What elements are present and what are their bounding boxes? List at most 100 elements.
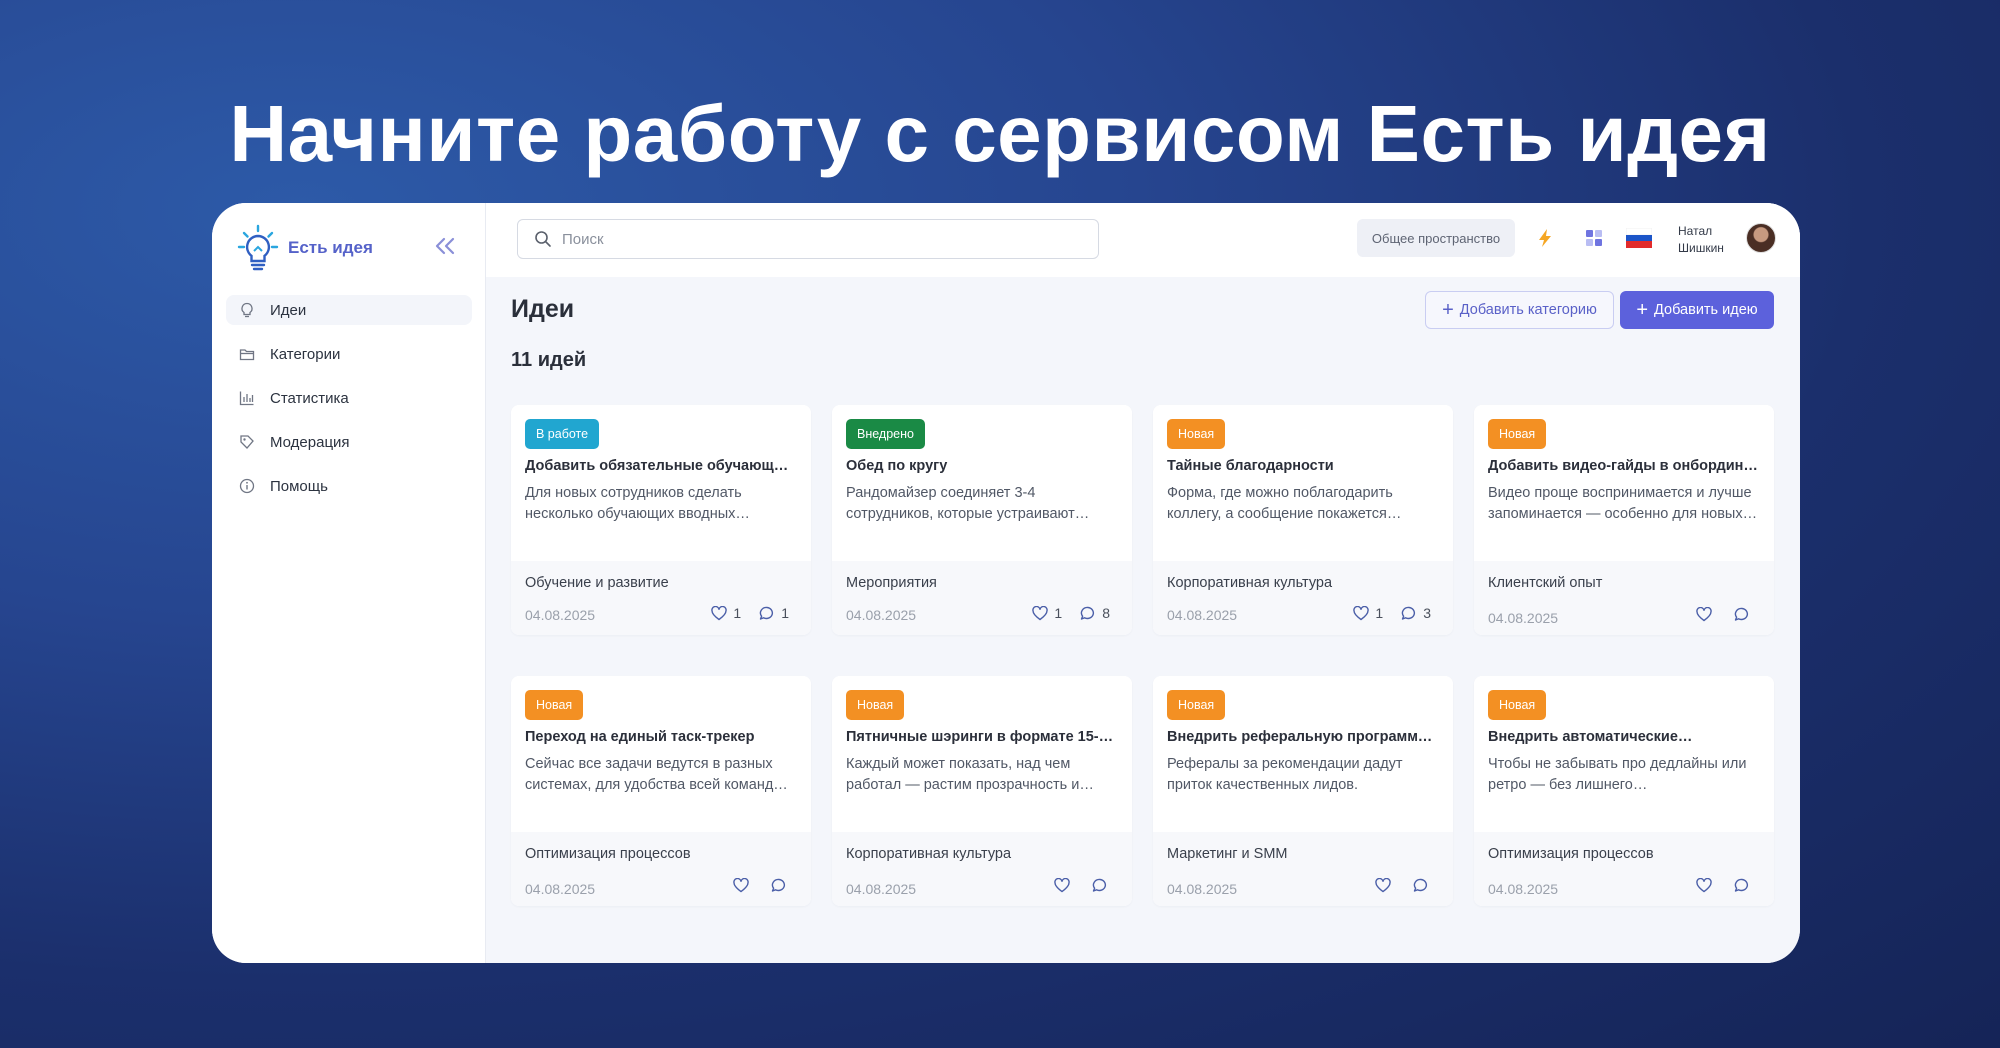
idea-card[interactable]: Новая Переход на единый таск-трекер Сейч…	[511, 676, 811, 906]
comment-icon	[1734, 878, 1749, 892]
comment-button[interactable]: 8	[1080, 605, 1110, 621]
add-category-label: Добавить категорию	[1459, 302, 1597, 318]
idea-stats	[1353, 878, 1429, 893]
search-box[interactable]	[517, 219, 1099, 259]
heart-icon	[1054, 878, 1070, 893]
heart-icon	[1353, 605, 1370, 620]
like-button[interactable]: 1	[711, 605, 741, 621]
comment-button[interactable]	[771, 878, 787, 893]
like-count: 1	[733, 605, 742, 621]
sidebar-item-label: Категории	[270, 345, 341, 363]
like-button[interactable]: 1	[1353, 605, 1383, 621]
idea-card[interactable]: В работе Добавить обязательные обучающие…	[511, 405, 811, 635]
add-category-button[interactable]: + Добавить категорию	[1425, 291, 1614, 329]
plus-icon: +	[1442, 299, 1454, 321]
heart-icon	[1375, 878, 1391, 893]
idea-title: Добавить видео-гайды в онбординг…	[1488, 458, 1760, 474]
idea-title: Тайные благодарности	[1167, 458, 1334, 474]
idea-card[interactable]: Новая Добавить видео-гайды в онбординг… …	[1474, 405, 1774, 635]
main-content: Общее пространство На	[486, 203, 1800, 963]
search-input[interactable]	[562, 230, 1062, 248]
status-badge: Новая	[1167, 690, 1226, 720]
comment-count: 3	[1423, 605, 1431, 621]
status-badge: Новая	[1167, 419, 1226, 449]
lightbulb-logo-icon	[237, 224, 279, 271]
like-button[interactable]	[1054, 878, 1070, 893]
sidebar-item-label: Статистика	[270, 389, 349, 407]
like-button[interactable]	[1375, 878, 1391, 893]
idea-stats: 1 1	[693, 605, 789, 621]
collapse-sidebar-button[interactable]	[430, 231, 460, 261]
idea-title: Переход на единый таск-трекер	[525, 729, 755, 745]
apps-grid-icon[interactable]	[1583, 227, 1605, 249]
idea-card[interactable]: Новая Внедрить автоматические… Чтобы не …	[1474, 676, 1774, 906]
like-button[interactable]: 1	[1032, 605, 1062, 621]
idea-description: Рандомайзер соединяет 3-4 сотрудников, к…	[846, 485, 1090, 522]
top-bar: Общее пространство На	[486, 203, 1800, 277]
tag-icon	[238, 433, 256, 451]
idea-date: 04.08.2025	[846, 607, 917, 623]
idea-category: Обучение и развитие	[525, 575, 669, 591]
idea-title: Пятничные шэринги в формате 15-…	[846, 729, 1114, 745]
heart-icon	[711, 605, 728, 620]
idea-card[interactable]: Внедрено Обед по кругу Рандомайзер соеди…	[832, 405, 1132, 635]
idea-description: Чтобы не забывать про дедлайны или ретро…	[1488, 756, 1747, 793]
heart-icon	[1032, 605, 1049, 620]
like-button[interactable]	[1696, 607, 1712, 622]
idea-category: Маркетинг и SMM	[1167, 846, 1288, 862]
lightning-icon[interactable]	[1534, 227, 1556, 249]
idea-card[interactable]: Новая Пятничные шэринги в формате 15-… К…	[832, 676, 1132, 906]
idea-date: 04.08.2025	[1167, 607, 1238, 623]
lightbulb-icon	[238, 301, 256, 319]
idea-description: Форма, где можно поблагодарить коллегу, …	[1167, 485, 1402, 522]
idea-date: 04.08.2025	[846, 881, 917, 897]
user-name[interactable]: Натал Шишкин	[1678, 223, 1724, 257]
idea-description: Для новых сотрудников сделать несколько …	[525, 485, 750, 522]
like-button[interactable]	[1696, 878, 1712, 893]
idea-title: Добавить обязательные обучающие…	[525, 458, 797, 474]
status-badge: В работе	[525, 419, 600, 449]
sidebar-item-categories[interactable]: Категории	[226, 339, 472, 369]
idea-title: Обед по кругу	[846, 458, 948, 474]
idea-stats: 1 8	[1014, 605, 1110, 621]
avatar[interactable]	[1746, 223, 1776, 253]
sidebar-item-moderation[interactable]: Модерация	[226, 427, 472, 457]
sidebar: Есть идея Идеи Категории Статистика Моде…	[212, 203, 486, 963]
idea-date: 04.08.2025	[1488, 881, 1559, 897]
heart-icon	[1696, 607, 1712, 622]
brand-name: Есть идея	[288, 238, 373, 257]
sidebar-item-statistics[interactable]: Статистика	[226, 383, 472, 413]
like-count: 1	[1375, 605, 1384, 621]
comment-button[interactable]	[1413, 878, 1429, 893]
sidebar-item-help[interactable]: Помощь	[226, 471, 472, 501]
workspace-button[interactable]: Общее пространство	[1357, 219, 1515, 257]
comment-button[interactable]	[1092, 878, 1108, 893]
add-idea-button[interactable]: + Добавить идею	[1620, 291, 1774, 329]
user-first-name: Натал	[1678, 224, 1713, 238]
russian-flag-icon[interactable]	[1625, 227, 1653, 249]
idea-stats	[711, 878, 787, 893]
idea-stats	[1674, 878, 1750, 893]
comment-count: 8	[1102, 605, 1110, 621]
comment-button[interactable]: 1	[759, 605, 789, 621]
idea-category: Мероприятия	[846, 575, 937, 591]
idea-category: Корпоративная культура	[846, 846, 1012, 862]
sidebar-item-ideas[interactable]: Идеи	[226, 295, 472, 325]
bar-chart-icon	[238, 389, 256, 407]
like-button[interactable]	[733, 878, 749, 893]
app-window: Есть идея Идеи Категории Статистика Моде…	[212, 203, 1800, 963]
plus-icon: +	[1636, 299, 1649, 321]
comment-button[interactable]	[1734, 878, 1750, 893]
idea-category: Оптимизация процессов	[1488, 846, 1654, 862]
comment-icon	[1080, 606, 1095, 620]
comment-button[interactable]	[1734, 607, 1750, 622]
user-last-name: Шишкин	[1678, 241, 1724, 255]
idea-card[interactable]: Новая Тайные благодарности Форма, где мо…	[1153, 405, 1453, 635]
idea-category: Корпоративная культура	[1167, 575, 1333, 591]
idea-card[interactable]: Новая Внедрить реферальную программу… Ре…	[1153, 676, 1453, 906]
brand[interactable]: Есть идея	[236, 223, 373, 273]
idea-description: Видео проще воспринимается и лучше запом…	[1488, 485, 1758, 522]
idea-date: 04.08.2025	[525, 607, 596, 623]
comment-button[interactable]: 3	[1401, 605, 1431, 621]
comment-icon	[1734, 607, 1749, 621]
